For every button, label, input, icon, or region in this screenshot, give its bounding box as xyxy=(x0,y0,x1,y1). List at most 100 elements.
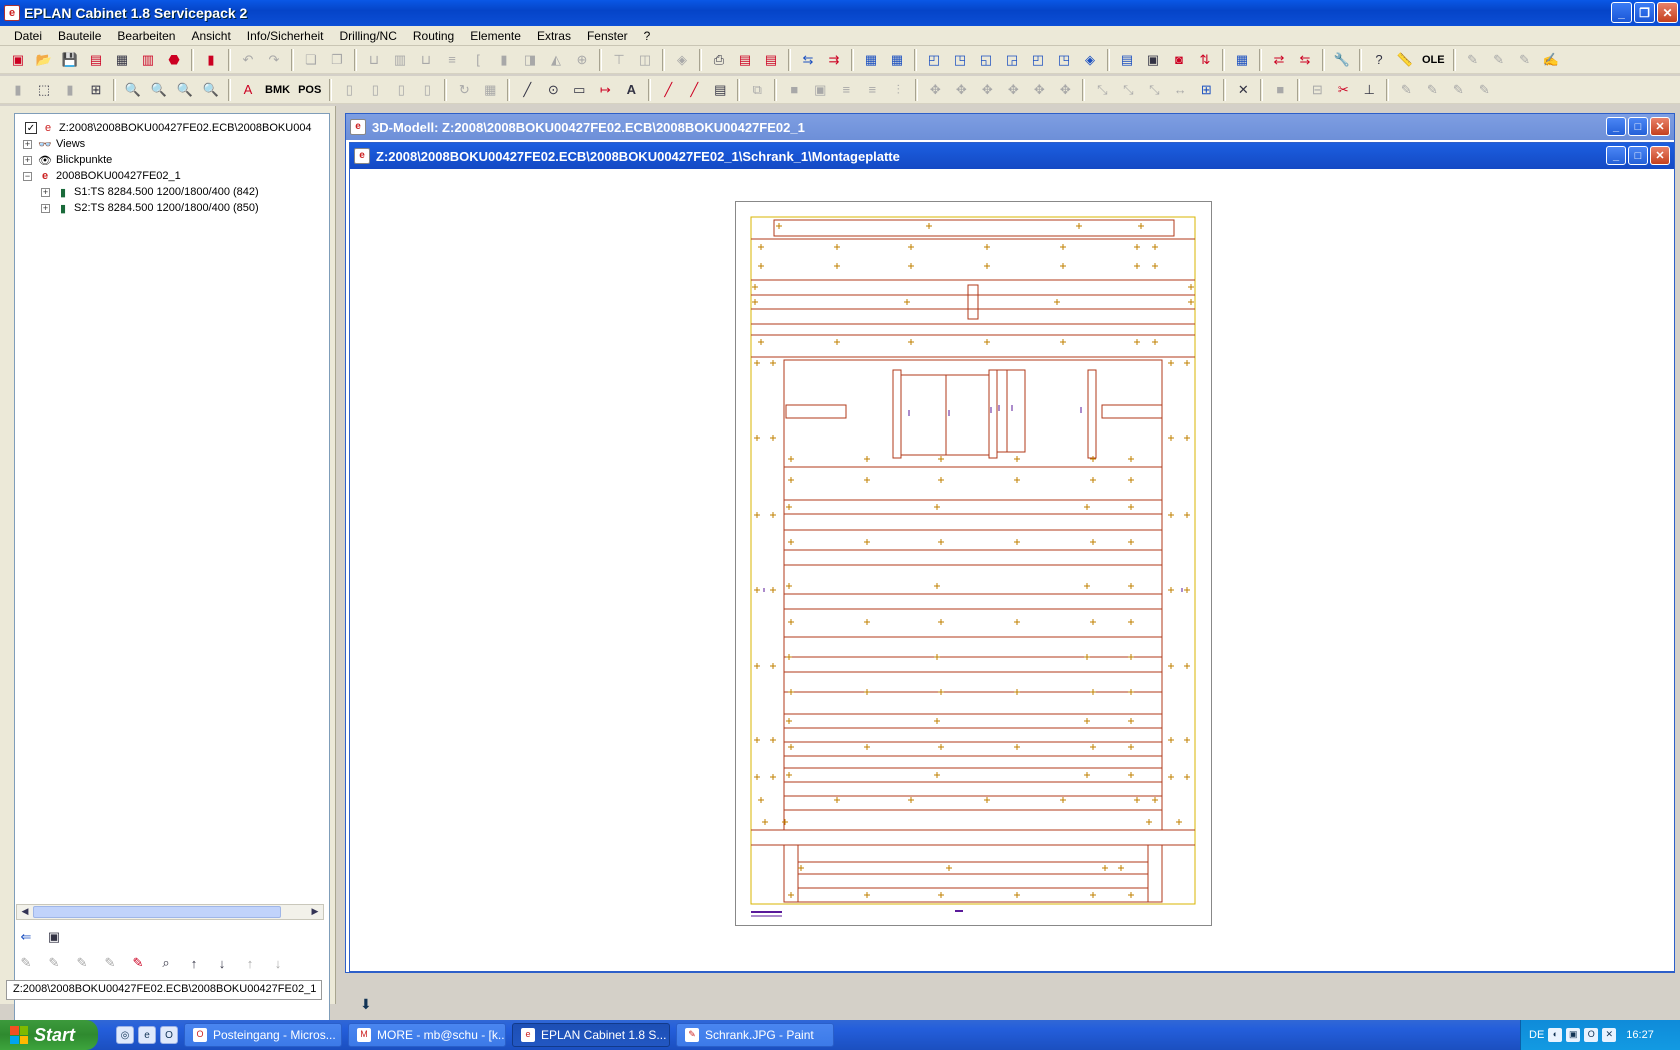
cabinet-icon[interactable]: ▮ xyxy=(199,48,223,72)
align-v-icon[interactable]: ≡ xyxy=(860,78,884,102)
open-archive-icon[interactable]: ▦ xyxy=(110,48,134,72)
edit-gray-icon[interactable]: ✎ xyxy=(1394,78,1418,102)
checkbox-icon[interactable]: ✓ xyxy=(25,122,37,134)
rotate-icon[interactable]: ↻ xyxy=(452,78,476,102)
expand-icon[interactable]: + xyxy=(41,187,50,197)
menu-extras[interactable]: Extras xyxy=(529,29,579,43)
move-2-icon[interactable]: ✥ xyxy=(949,78,973,102)
save-as-icon[interactable]: ▤ xyxy=(84,48,108,72)
zoom-window-icon[interactable]: 🔍 xyxy=(173,78,197,102)
delete-icon[interactable]: ✕ xyxy=(1231,78,1255,102)
edit-gray-3-icon[interactable]: ✎ xyxy=(1446,78,1470,102)
duct-icon[interactable]: ▥ xyxy=(388,48,412,72)
resize-icon[interactable]: ⤡ xyxy=(1090,78,1114,102)
view-left-icon[interactable]: ◱ xyxy=(974,48,998,72)
menu-elemente[interactable]: Elemente xyxy=(462,29,529,43)
language-indicator[interactable]: DE xyxy=(1529,1029,1544,1041)
part-gray-icon[interactable]: ▮ xyxy=(6,78,30,102)
zoom-all-icon[interactable]: 🔍 xyxy=(199,78,223,102)
report-icon[interactable]: ▤ xyxy=(733,48,757,72)
redo-icon[interactable]: ↷ xyxy=(262,48,286,72)
grid-icon[interactable]: ⊞ xyxy=(84,78,108,102)
table-icon[interactable]: ▦ xyxy=(1230,48,1254,72)
dash-line-2-icon[interactable]: ╱ xyxy=(682,78,706,102)
view-back-icon[interactable]: ◳ xyxy=(948,48,972,72)
picture-icon[interactable]: ◙ xyxy=(1167,48,1191,72)
restore-button[interactable]: ❐ xyxy=(1634,2,1655,23)
collapse-icon[interactable]: − xyxy=(23,171,32,181)
eplan-import-icon[interactable]: ⇆ xyxy=(796,48,820,72)
binoculars-icon[interactable]: ⌕ xyxy=(154,951,178,975)
rail-mount-icon[interactable]: ⊔ xyxy=(414,48,438,72)
move-5-icon[interactable]: ✥ xyxy=(1027,78,1051,102)
minimize-button[interactable]: _ xyxy=(1611,2,1632,23)
arrow-down-icon[interactable]: ⬇ xyxy=(360,996,372,1013)
group-icon[interactable]: ▣ xyxy=(808,78,832,102)
circle-icon[interactable]: ⊙ xyxy=(541,78,565,102)
maximize-button[interactable]: □ xyxy=(1628,146,1648,165)
taskbar-item-outlook[interactable]: O Posteingang - Micros... xyxy=(184,1023,342,1047)
layers-icon[interactable]: ◈ xyxy=(670,48,694,72)
new-project-icon[interactable]: ▣ xyxy=(6,48,30,72)
move-6-icon[interactable]: ✥ xyxy=(1053,78,1077,102)
bom-icon[interactable]: ▦ xyxy=(859,48,883,72)
solid-icon[interactable]: ■ xyxy=(1268,78,1292,102)
rectangle-icon[interactable]: ▭ xyxy=(567,78,591,102)
add-item-icon[interactable]: ⊞ xyxy=(1194,78,1218,102)
arrow-up-icon[interactable]: ↑ xyxy=(182,951,206,975)
arrow-up-gray-icon[interactable]: ↑ xyxy=(238,951,262,975)
resize-3-icon[interactable]: ⤡ xyxy=(1142,78,1166,102)
network-tray-icon[interactable]: ◐ xyxy=(1548,1028,1563,1042)
tool-b-icon[interactable]: ✎ xyxy=(42,951,66,975)
bmk-transfer-icon[interactable]: ⇅ xyxy=(1193,48,1217,72)
drawing-sheet[interactable] xyxy=(735,201,1212,926)
scrollbar-thumb[interactable] xyxy=(33,906,281,918)
tool-pen-icon[interactable]: ✎ xyxy=(1513,48,1537,72)
menu-bauteile[interactable]: Bauteile xyxy=(50,29,109,43)
edit-sheet-icon[interactable]: ✍ xyxy=(1539,48,1563,72)
menu-datei[interactable]: Datei xyxy=(6,29,50,43)
sheet-4-icon[interactable]: ▯ xyxy=(415,78,439,102)
report-list-icon[interactable]: ▤ xyxy=(759,48,783,72)
bom-var-icon[interactable]: ▦ xyxy=(885,48,909,72)
tree-item-cabinet-s1[interactable]: + ▮ S1:TS 8284.500 1200/1800/400 (842) xyxy=(41,184,259,200)
properties-icon[interactable]: ▥ xyxy=(136,48,160,72)
part-info-icon[interactable]: ▤ xyxy=(1115,48,1139,72)
zoom-in-icon[interactable]: 🔍 xyxy=(121,78,145,102)
tree-root[interactable]: ✓ e Z:2008\2008BOKU00427FE02.ECB\2008BOK… xyxy=(25,120,312,136)
tree-item-views[interactable]: + 👓 Views xyxy=(23,136,85,152)
lines-icon[interactable]: ≡ xyxy=(440,48,464,72)
maximize-button[interactable]: □ xyxy=(1628,117,1648,136)
print-icon[interactable]: ⎙ xyxy=(707,48,731,72)
view-front-icon[interactable]: ◰ xyxy=(922,48,946,72)
tool-settings-icon[interactable]: ✎ xyxy=(1461,48,1485,72)
help-icon[interactable]: ? xyxy=(1367,48,1391,72)
sheet-3-icon[interactable]: ▯ xyxy=(389,78,413,102)
text-tag-icon[interactable]: A xyxy=(236,78,260,102)
move-4-icon[interactable]: ✥ xyxy=(1001,78,1025,102)
resize-2-icon[interactable]: ⤡ xyxy=(1116,78,1140,102)
start-button[interactable]: Start xyxy=(0,1020,98,1050)
copy-icon[interactable]: ❏ xyxy=(299,48,323,72)
view-bottom-icon[interactable]: ◳ xyxy=(1052,48,1076,72)
ole-button[interactable]: OLE xyxy=(1419,54,1448,66)
3d-box-icon[interactable]: ⬚ xyxy=(32,78,56,102)
wrench-icon[interactable]: 🔧 xyxy=(1330,48,1354,72)
text-icon[interactable]: A xyxy=(619,78,643,102)
display-tray-icon[interactable]: ▣ xyxy=(1566,1028,1581,1042)
stretch-icon[interactable]: ↔ xyxy=(1168,78,1192,102)
door-icon[interactable]: ◨ xyxy=(518,48,542,72)
pos-button[interactable]: POS xyxy=(295,84,324,96)
eplan-export-icon[interactable]: ⇉ xyxy=(822,48,846,72)
taskbar-item-more[interactable]: M MORE - mb@schu - [k... xyxy=(348,1023,506,1047)
undo-icon[interactable]: ↶ xyxy=(236,48,260,72)
menu-drilling-nc[interactable]: Drilling/NC xyxy=(332,29,405,43)
align-h-icon[interactable]: ≡ xyxy=(834,78,858,102)
move-3-icon[interactable]: ✥ xyxy=(975,78,999,102)
rail-icon[interactable]: ⊔ xyxy=(362,48,386,72)
paste-icon[interactable]: ❐ xyxy=(325,48,349,72)
menu-ansicht[interactable]: Ansicht xyxy=(183,29,238,43)
close-button[interactable]: ✕ xyxy=(1650,117,1670,136)
expand-icon[interactable]: + xyxy=(41,203,50,213)
scroll-right-icon[interactable]: ▶ xyxy=(308,906,322,918)
